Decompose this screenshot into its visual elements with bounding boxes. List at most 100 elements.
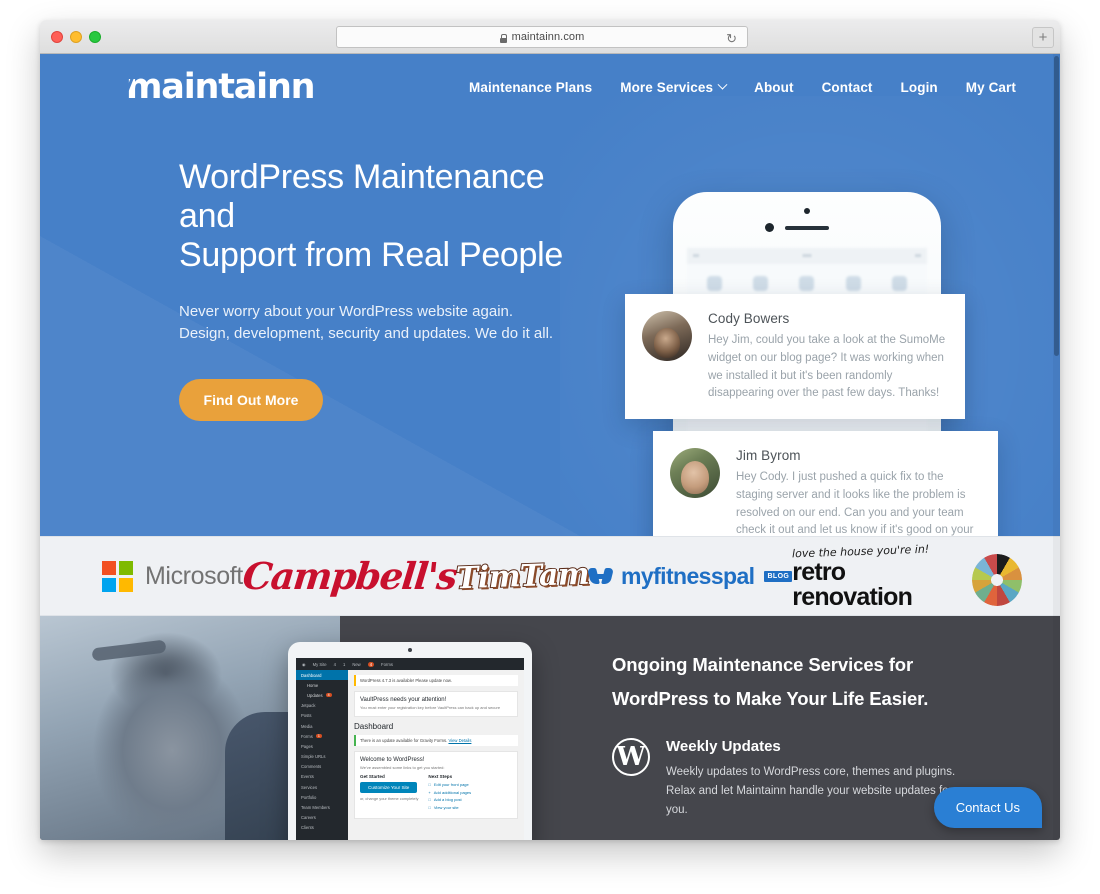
wp-menu-item-media[interactable]: Media (296, 721, 348, 731)
nav-item-contact[interactable]: Contact (822, 80, 873, 95)
wp-vaultpress-title: VaultPress needs your attention! (360, 697, 447, 703)
new-tab-button[interactable]: + (1032, 27, 1054, 48)
wp-menu-label: Jetpack (301, 703, 316, 709)
wp-gravity-notice: There is an update available for Gravity… (354, 735, 518, 746)
wp-adminbar-forms: Forms (381, 661, 393, 667)
wp-page-heading: Dashboard (354, 722, 394, 731)
wp-adminbar-site: My Site (312, 661, 327, 667)
sunglasses-shape (91, 639, 167, 662)
wp-vaultpress-notice: VaultPress needs your attention! You mus… (354, 691, 518, 717)
phone-speaker-icon (785, 226, 829, 230)
brand-label: Campbell's (240, 554, 459, 598)
services-title: Ongoing Maintenance Services for WordPre… (612, 648, 1012, 716)
wp-menu-label: Team Members (301, 805, 330, 811)
phone-appbar-title: ●●● (802, 253, 812, 259)
chat-message-text: Hey Cody. I just pushed a quick fix to t… (736, 471, 974, 536)
chat-author-name: Jim Byrom (736, 448, 801, 463)
page-scrollbar[interactable] (1053, 54, 1060, 840)
wp-menu-item-posts[interactable]: Posts (296, 711, 348, 721)
minimize-window-button[interactable] (70, 31, 82, 43)
services-title-line-2: WordPress to Make Your Life Easier. (612, 688, 929, 710)
wp-admin-sidebar: Dashboard Home Updates 4 Jetpack Posts M… (296, 670, 348, 840)
wp-menu-item-portfolio[interactable]: Portfolio (296, 792, 348, 802)
wp-gravity-notice-text: There is an update available for Gravity… (360, 738, 448, 743)
wp-menu-item-jetpack[interactable]: Jetpack (296, 701, 348, 711)
wp-menu-label: Media (301, 723, 313, 729)
wp-menu-label: Posts (301, 713, 312, 719)
wp-next-step-item[interactable]: □ Edit your front page (428, 782, 471, 787)
hero-subtitle-line-1: Never worry about your WordPress website… (179, 303, 514, 321)
wp-welcome-title: Welcome to WordPress! (360, 757, 425, 763)
wp-customize-site-button[interactable]: Customize Your Site (360, 782, 418, 793)
reload-icon[interactable]: ↻ (726, 31, 737, 47)
nav-item-about[interactable]: About (754, 80, 793, 95)
wp-menu-item-home[interactable]: Home (296, 680, 348, 690)
wp-admin-content: WordPress 4.7.3 is available! Please upd… (348, 670, 524, 840)
wp-menu-badge: 4 (325, 693, 332, 698)
wp-step-label: Edit your front page (433, 782, 469, 787)
site-header: maintainn Maintenance Plans More Service… (40, 54, 1060, 120)
browser-window: maintainn.com ↻ + maintainn Maintenance … (40, 20, 1060, 840)
wp-menu-item-updates[interactable]: Updates 4 (296, 690, 348, 700)
wp-welcome-columns: Get Started Customize Your Site or, chan… (360, 774, 512, 812)
site-logo[interactable]: maintainn (125, 69, 316, 105)
wp-menu-label: Pages (301, 743, 313, 749)
chat-author-name: Cody Bowers (708, 311, 790, 326)
chat-message-text: Hey Jim, could you take a look at the Su… (708, 334, 946, 400)
hero-copy: WordPress Maintenance and Support from R… (179, 158, 609, 421)
find-out-more-button[interactable]: Find Out More (179, 378, 323, 421)
wp-next-step-item[interactable]: + Add additional pages (428, 790, 471, 795)
contact-us-button[interactable]: Contact Us (933, 787, 1042, 828)
wp-menu-item-team-members[interactable]: Team Members (296, 802, 348, 812)
wp-next-steps-heading: Next Steps (428, 774, 453, 779)
nav-item-login[interactable]: Login (901, 80, 938, 95)
wp-next-step-item[interactable]: □ Add a blog post (428, 797, 471, 802)
chevron-down-icon (717, 79, 728, 90)
phone-appbar: ●● ●●● ●● (687, 248, 927, 264)
wp-menu-item-pages[interactable]: Pages (296, 741, 348, 751)
wp-menu-item-dashboard[interactable]: Dashboard (296, 670, 348, 681)
nav-item-maintenance-plans[interactable]: Maintenance Plans (469, 80, 592, 95)
phone-app-icon (845, 276, 861, 291)
page-viewport: maintainn Maintenance Plans More Service… (40, 54, 1060, 840)
wp-menu-label: Home (307, 682, 319, 688)
address-bar[interactable]: maintainn.com ↻ (336, 26, 748, 48)
wp-gravity-notice-link[interactable]: View Details (448, 738, 471, 743)
url-text: maintainn.com (511, 31, 585, 43)
nav-item-my-cart[interactable]: My Cart (966, 80, 1016, 95)
wp-menu-item-events[interactable]: Events (296, 772, 348, 782)
brand-label: myfitnesspal (621, 562, 755, 589)
nav-label: Login (900, 79, 938, 95)
phone-app-icon (892, 276, 908, 291)
wp-step-icon: + (428, 789, 431, 795)
phone-app-icon (706, 276, 722, 291)
nav-item-more-services[interactable]: More Services (620, 79, 728, 95)
wp-next-step-item[interactable]: □ View your site (428, 805, 471, 810)
close-window-button[interactable] (51, 31, 63, 43)
wp-menu-item-comments[interactable]: Comments (296, 762, 348, 772)
wp-menu-item-careers[interactable]: Careers (296, 813, 348, 823)
wp-menu-item-clients[interactable]: Clients (296, 823, 348, 833)
wp-menu-item-forms[interactable]: Forms 1 (296, 731, 348, 741)
phone-app-icon (799, 276, 815, 291)
wp-update-notice: WordPress 4.7.3 is available! Please upd… (354, 675, 518, 686)
wp-menu-label: Comments (301, 764, 322, 770)
wp-step-label: Add additional pages (433, 789, 472, 795)
lock-icon (499, 33, 508, 43)
wp-change-theme-text[interactable]: or, change your theme completely (360, 796, 418, 801)
brand-logo-myfitnesspal: myfitnesspal BLOG (589, 562, 793, 590)
wp-menu-item-services[interactable]: Services (296, 782, 348, 792)
hero-title: WordPress Maintenance and Support from R… (179, 158, 609, 275)
wp-menu-label: Careers (301, 815, 316, 821)
wordpress-dashboard-screenshot: ◉ My Site 4 1 New 4 Forms Dashboard Home… (296, 658, 524, 840)
wp-adminbar-comments: 1 (342, 661, 346, 667)
brand-logo-timtam: TimTam (454, 555, 590, 597)
feature-text-block: Weekly Updates Weekly updates to WordPre… (666, 738, 956, 820)
tablet-mockup: ◉ My Site 4 1 New 4 Forms Dashboard Home… (288, 642, 532, 840)
wp-menu-item-simple-urls[interactable]: Simple URLs (296, 752, 348, 762)
zoom-window-button[interactable] (89, 31, 101, 43)
services-title-line-1: Ongoing Maintenance Services for (612, 654, 914, 675)
nav-label: Contact (821, 79, 873, 95)
nav-label: Maintenance Plans (468, 79, 593, 95)
wordpress-icon: W (612, 738, 650, 777)
